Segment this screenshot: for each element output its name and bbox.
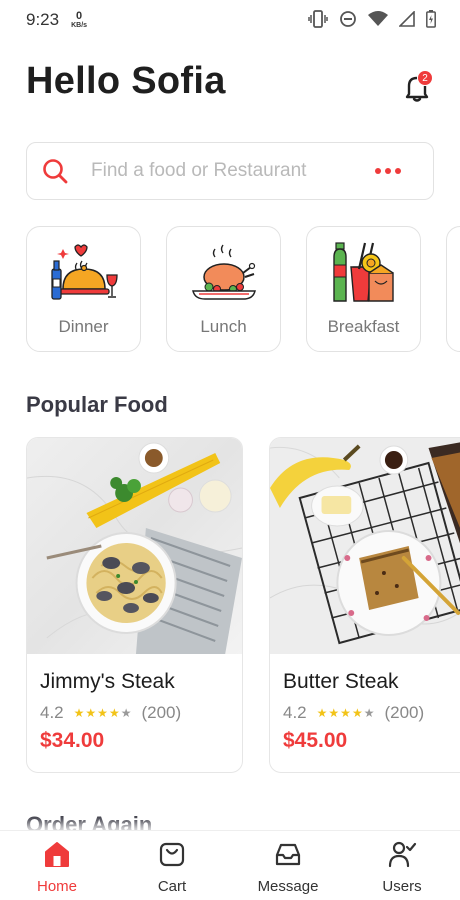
bell-icon <box>400 76 434 108</box>
nav-label: Message <box>257 878 319 895</box>
popular-food-list: Jimmy's Steak 4.2 ★ ★ ★ ★ ★ (200) $34.00 <box>26 437 460 777</box>
status-time: 9:23 <box>26 10 60 29</box>
food-price: $45.00 <box>283 729 348 752</box>
star-icon: ★ <box>340 706 351 720</box>
do-not-disturb-icon <box>339 10 357 28</box>
star-icon: ★ <box>351 706 363 720</box>
cell-signal-icon <box>399 11 415 27</box>
star-icon: ★ <box>85 706 97 720</box>
network-speed-unit: KB/s <box>71 22 88 29</box>
food-price: $34.00 <box>40 729 105 752</box>
status-bar: 9:23 0 KB/s <box>0 0 460 40</box>
category-list: Dinner Lunch Breakfast <box>26 226 460 352</box>
nav-home[interactable]: Home <box>12 839 102 895</box>
star-icon: ★ <box>97 706 108 720</box>
category-label: Lunch <box>200 317 247 336</box>
rating-value: 4.2 <box>40 703 64 722</box>
review-count: (200) <box>141 703 182 722</box>
review-count: (200) <box>384 703 425 722</box>
star-empty-icon: ★ <box>120 706 132 720</box>
food-card[interactable]: Butter Steak 4.2 ★ ★ ★ ★ ★ (200) $45.00 <box>269 437 460 773</box>
cart-icon <box>157 839 187 869</box>
nav-message[interactable]: Message <box>243 839 333 895</box>
home-icon <box>42 839 72 869</box>
dinner-icon <box>50 244 118 300</box>
category-dinner[interactable]: Dinner <box>26 226 141 352</box>
food-name: Butter Steak <box>283 670 399 693</box>
search-icon <box>41 157 69 185</box>
star-icon: ★ <box>328 706 340 720</box>
category-label: Breakfast <box>327 317 400 336</box>
star-icon: ★ <box>316 706 328 720</box>
page-title: Hello Sofia <box>26 60 226 102</box>
network-speed-value: 0 <box>76 10 83 22</box>
category-lunch[interactable]: Lunch <box>166 226 281 352</box>
user-check-icon <box>387 839 417 869</box>
nav-label: Home <box>36 878 77 895</box>
food-rating: 4.2 ★ ★ ★ ★ ★ (200) <box>283 703 424 723</box>
food-image-banana-bread <box>270 438 460 654</box>
star-empty-icon: ★ <box>363 706 375 720</box>
star-icon: ★ <box>73 706 85 720</box>
bottom-navigation: Home Cart Message Users <box>0 830 460 900</box>
search-input[interactable] <box>91 160 351 182</box>
star-rating: ★ ★ ★ ★ ★ <box>74 706 132 720</box>
food-image-pasta <box>27 438 242 654</box>
battery-icon <box>426 10 436 28</box>
wifi-icon <box>368 11 388 27</box>
food-card[interactable]: Jimmy's Steak 4.2 ★ ★ ★ ★ ★ (200) $34.00 <box>26 437 243 773</box>
more-options-icon[interactable] <box>375 168 401 174</box>
vibrate-icon <box>308 10 328 28</box>
search-bar[interactable] <box>26 142 434 200</box>
star-rating: ★ ★ ★ ★ ★ <box>317 706 375 720</box>
category-more[interactable] <box>446 226 460 352</box>
nav-users[interactable]: Users <box>357 839 447 895</box>
food-name: Jimmy's Steak <box>40 670 175 693</box>
nav-label: Cart <box>157 878 187 895</box>
category-label: Dinner <box>58 317 109 336</box>
lunch-icon <box>191 244 256 300</box>
food-rating: 4.2 ★ ★ ★ ★ ★ (200) <box>40 703 181 723</box>
notification-badge: 2 <box>417 70 433 86</box>
nav-cart[interactable]: Cart <box>127 839 217 895</box>
rating-value: 4.2 <box>283 703 307 722</box>
breakfast-icon <box>332 242 394 302</box>
nav-label: Users <box>382 878 422 895</box>
status-icons <box>308 10 436 28</box>
star-icon: ★ <box>108 706 120 720</box>
network-speed: 0 KB/s <box>71 10 88 30</box>
section-title-popular: Popular Food <box>26 392 168 417</box>
inbox-icon <box>273 839 303 869</box>
category-breakfast[interactable]: Breakfast <box>306 226 421 352</box>
